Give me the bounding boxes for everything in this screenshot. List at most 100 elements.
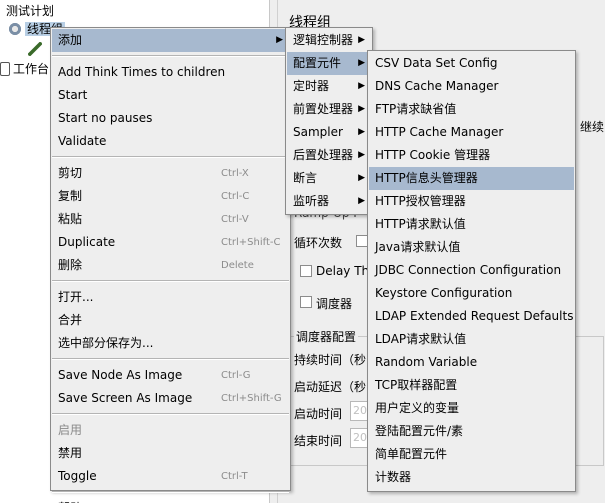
menu-item-label: HTTP请求默认值 bbox=[375, 217, 466, 231]
config-submenu-item-item-16[interactable]: 登陆配置元件/素 bbox=[369, 420, 574, 443]
config-submenu-item-csv-data-set-config[interactable]: CSV Data Set Config bbox=[369, 52, 574, 75]
context-menu-item-item-9[interactable]: 删除 Delete bbox=[52, 254, 289, 277]
config-submenu-item-keystore-configuration[interactable]: Keystore Configuration bbox=[369, 282, 574, 305]
config-submenu-item-jdbc-connection-configuration[interactable]: JDBC Connection Configuration bbox=[369, 259, 574, 282]
menu-item-label: 逻辑控制器 bbox=[293, 33, 354, 47]
config-submenu-item-random-variable[interactable]: Random Variable bbox=[369, 351, 574, 374]
menu-item-shortcut: Ctrl-C bbox=[221, 191, 250, 202]
add-submenu-item-sampler[interactable]: Sampler ▶ bbox=[287, 121, 371, 144]
menu-item-label: HTTP信息头管理器 bbox=[375, 171, 478, 185]
menu-item-label: 剪切 bbox=[58, 166, 83, 180]
menu-separator bbox=[52, 156, 289, 158]
config-submenu-item-ldap[interactable]: LDAP请求默认值 bbox=[369, 328, 574, 351]
add-submenu-item-item-6[interactable]: 断言 ▶ bbox=[287, 167, 371, 190]
menu-item-label: TCP取样器配置 bbox=[375, 378, 458, 392]
menu-item-shortcut: Ctrl-G bbox=[221, 370, 251, 381]
menu-item-label: 计数器 bbox=[375, 470, 412, 484]
menu-separator bbox=[52, 280, 289, 282]
menu-item-label: HTTP Cookie 管理器 bbox=[375, 148, 491, 162]
context-menu-item-duplicate[interactable]: Duplicate Ctrl+Shift-C bbox=[52, 231, 289, 254]
menu-item-shortcut: Ctrl-V bbox=[221, 214, 249, 225]
add-submenu: 逻辑控制器 ▶ 配置元件 ▶ 定时器 ▶ 前置处理器 ▶ Sampler ▶ 后置处理器 ▶ 断言 ▶ 监听… bbox=[285, 27, 373, 215]
menu-item-label: 选中部分保存为... bbox=[58, 336, 154, 350]
config-submenu-item-tcp[interactable]: TCP取样器配置 bbox=[369, 374, 574, 397]
context-menu-item-start[interactable]: Start bbox=[52, 84, 289, 107]
menu-item-label: 配置元件 bbox=[293, 56, 342, 70]
add-submenu-item-item-1[interactable]: 配置元件 ▶ bbox=[287, 52, 371, 75]
menu-item-label: 合并 bbox=[58, 313, 83, 327]
context-menu-item-item-7[interactable]: 粘贴 Ctrl-V bbox=[52, 208, 289, 231]
triangle-right-icon: ▶ bbox=[358, 58, 365, 68]
add-submenu-item-item-7[interactable]: 监听器 ▶ bbox=[287, 190, 371, 213]
tree-node-test-plan[interactable]: 测试计划 bbox=[6, 2, 54, 20]
config-submenu-item-http-cookie[interactable]: HTTP Cookie 管理器 bbox=[369, 144, 574, 167]
context-menu-item-item-10[interactable]: 打开... bbox=[52, 286, 289, 309]
context-menu-item-item-11[interactable]: 合并 bbox=[52, 309, 289, 332]
menu-item-label: 删除 bbox=[58, 258, 83, 272]
triangle-right-icon: ▶ bbox=[358, 35, 365, 45]
startup-delay-label: 启动延迟（秒 bbox=[294, 380, 367, 394]
context-menu-item-save-screen-as-image[interactable]: Save Screen As Image Ctrl+Shift-G bbox=[52, 387, 289, 410]
menu-item-label: FTP请求缺省值 bbox=[375, 102, 457, 116]
menu-item-label: CSV Data Set Config bbox=[375, 56, 498, 70]
menu-separator bbox=[52, 491, 289, 493]
context-menu-item-item-16[interactable]: 禁用 bbox=[52, 442, 289, 465]
config-submenu-item-java[interactable]: Java请求默认值 bbox=[369, 236, 574, 259]
config-submenu-item-item-17[interactable]: 简单配置元件 bbox=[369, 443, 574, 466]
menu-item-label: 前置处理器 bbox=[293, 102, 354, 116]
config-submenu-item-http[interactable]: HTTP信息头管理器 bbox=[369, 167, 574, 190]
menu-item-label: LDAP请求默认值 bbox=[375, 332, 467, 346]
context-menu-item-item-0[interactable]: 添加 ▶ bbox=[52, 29, 289, 52]
context-menu-item-start-no-pauses[interactable]: Start no pauses bbox=[52, 107, 289, 130]
add-submenu-item-item-3[interactable]: 前置处理器 ▶ bbox=[287, 98, 371, 121]
config-submenu-item-dns-cache-manager[interactable]: DNS Cache Manager bbox=[369, 75, 574, 98]
context-menu-item-add-think-times-to-children[interactable]: Add Think Times to children bbox=[52, 61, 289, 84]
context-menu-item-item-6[interactable]: 复制 Ctrl-C bbox=[52, 185, 289, 208]
menu-item-label: 粘贴 bbox=[58, 212, 83, 226]
menu-separator bbox=[52, 55, 289, 57]
config-submenu-item-http[interactable]: HTTP请求默认值 bbox=[369, 213, 574, 236]
tree-node-test-plan-label: 测试计划 bbox=[6, 4, 55, 18]
pipette-icon bbox=[28, 42, 42, 56]
tree-node-workbench[interactable]: 工作台 bbox=[0, 60, 49, 78]
menu-separator bbox=[52, 358, 289, 360]
config-submenu-item-ftp[interactable]: FTP请求缺省值 bbox=[369, 98, 574, 121]
context-menu-item-validate[interactable]: Validate bbox=[52, 130, 289, 153]
menu-item-label: 添加 bbox=[58, 33, 83, 47]
config-submenu-item-http-cache-manager[interactable]: HTTP Cache Manager bbox=[369, 121, 574, 144]
start-time-label: 启动时间 bbox=[294, 407, 343, 421]
menu-item-label: 复制 bbox=[58, 189, 83, 203]
triangle-right-icon: ▶ bbox=[276, 35, 283, 45]
config-submenu-item-ldap-extended-request-defaults[interactable]: LDAP Extended Request Defaults bbox=[369, 305, 574, 328]
add-submenu-item-item-0[interactable]: 逻辑控制器 ▶ bbox=[287, 29, 371, 52]
menu-item-label: Start no pauses bbox=[58, 111, 153, 125]
context-menu-item-item-5[interactable]: 剪切 Ctrl-X bbox=[52, 162, 289, 185]
context-menu-item-item-15[interactable]: 启用 bbox=[52, 419, 289, 442]
triangle-right-icon: ▶ bbox=[358, 81, 365, 91]
menu-item-label: DNS Cache Manager bbox=[375, 79, 499, 93]
context-menu: 添加 ▶ Add Think Times to children Start Start… bbox=[50, 27, 291, 503]
config-submenu-item-http[interactable]: HTTP授权管理器 bbox=[369, 190, 574, 213]
config-submenu-item-item-18[interactable]: 计数器 bbox=[369, 466, 574, 489]
menu-item-label: Start bbox=[58, 88, 88, 102]
tree-node-child[interactable] bbox=[28, 40, 45, 58]
tree-node-workbench-label: 工作台 bbox=[13, 62, 50, 76]
scheduler-label: 调度器 bbox=[316, 297, 353, 311]
menu-item-label: Save Node As Image bbox=[58, 368, 183, 382]
context-menu-item-item-18[interactable]: 帮助 bbox=[52, 497, 289, 503]
menu-item-label: 登陆配置元件/素 bbox=[375, 424, 464, 438]
context-menu-item-toggle[interactable]: Toggle Ctrl-T bbox=[52, 465, 289, 488]
add-submenu-item-item-5[interactable]: 后置处理器 ▶ bbox=[287, 144, 371, 167]
config-submenu-item-item-15[interactable]: 用户定义的变量 bbox=[369, 397, 574, 420]
add-submenu-item-item-2[interactable]: 定时器 ▶ bbox=[287, 75, 371, 98]
delay-thread-checkbox[interactable] bbox=[300, 265, 312, 277]
triangle-right-icon: ▶ bbox=[358, 104, 365, 114]
scheduler-checkbox[interactable] bbox=[300, 296, 312, 308]
menu-item-label: Toggle bbox=[58, 469, 97, 483]
menu-item-label: Duplicate bbox=[58, 235, 116, 249]
context-menu-item-save-node-as-image[interactable]: Save Node As Image Ctrl-G bbox=[52, 364, 289, 387]
context-menu-item-item-12[interactable]: 选中部分保存为... bbox=[52, 332, 289, 355]
menu-item-label: Validate bbox=[58, 134, 107, 148]
triangle-right-icon: ▶ bbox=[358, 196, 365, 206]
menu-item-label: 禁用 bbox=[58, 446, 83, 460]
